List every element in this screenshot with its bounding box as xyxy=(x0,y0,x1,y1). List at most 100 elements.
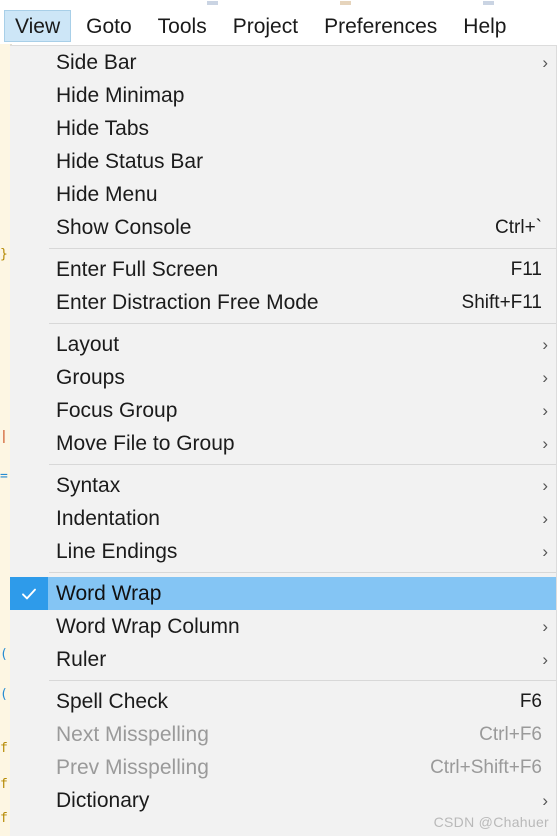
menu-item-hide-tabs[interactable]: Hide Tabs xyxy=(10,112,556,145)
menu-bar-items: View Goto Tools Project Preferences Help xyxy=(0,10,522,42)
menu-item-hide-minimap[interactable]: Hide Minimap xyxy=(10,79,556,112)
menu-item-shortcut: Ctrl+Shift+F6 xyxy=(430,757,542,778)
menu-item-hide-menu[interactable]: Hide Menu xyxy=(10,178,556,211)
menu-item-show-console[interactable]: Show Console Ctrl+` xyxy=(10,211,556,244)
menu-item-enter-full-screen[interactable]: Enter Full Screen F11 xyxy=(10,253,556,286)
tab-strip-tick xyxy=(207,1,218,5)
menu-item-label: Groups xyxy=(56,366,125,389)
tab-strip-tick xyxy=(483,1,494,5)
chevron-right-icon: › xyxy=(542,53,548,72)
menu-item-label: Word Wrap Column xyxy=(56,615,240,638)
menu-bar: View Goto Tools Project Preferences Help xyxy=(0,8,557,44)
menu-item-label: Move File to Group xyxy=(56,432,235,455)
menu-separator xyxy=(10,460,556,469)
menu-item-side-bar[interactable]: Side Bar › xyxy=(10,46,556,79)
menu-item-gutter xyxy=(10,577,48,610)
menu-item-label: Show Console xyxy=(56,216,192,239)
menu-item-move-file-to-group[interactable]: Move File to Group › xyxy=(10,427,556,460)
menu-item-label: Hide Minimap xyxy=(56,84,185,107)
menu-item-label: Hide Tabs xyxy=(56,117,150,140)
menu-item-label: Enter Distraction Free Mode xyxy=(56,291,319,314)
menu-bar-item-help[interactable]: Help xyxy=(452,10,517,42)
menu-item-spell-check[interactable]: Spell Check F6 xyxy=(10,685,556,718)
menu-item-label: Hide Status Bar xyxy=(56,150,204,173)
menu-item-gutter xyxy=(10,643,48,676)
menu-item-label: Prev Misspelling xyxy=(56,756,209,779)
menu-bar-item-goto[interactable]: Goto xyxy=(75,10,143,42)
menu-item-label: Spell Check xyxy=(56,690,169,713)
chevron-right-icon: › xyxy=(542,509,548,528)
menu-item-gutter xyxy=(10,394,48,427)
menu-item-gutter xyxy=(10,286,48,319)
menu-item-layout[interactable]: Layout › xyxy=(10,328,556,361)
menu-item-gutter xyxy=(10,361,48,394)
menu-item-label: Word Wrap xyxy=(56,582,162,605)
view-dropdown-menu[interactable]: Side Bar › Hide Minimap Hide Tabs Hide Statu… xyxy=(10,45,557,836)
chevron-right-icon: › xyxy=(542,650,548,669)
menu-item-label: Hide Menu xyxy=(56,183,158,206)
tab-strip-tick xyxy=(340,1,351,5)
menu-bar-item-project[interactable]: Project xyxy=(222,10,309,42)
menu-bar-item-preferences[interactable]: Preferences xyxy=(313,10,448,42)
menu-item-shortcut: F11 xyxy=(510,259,542,280)
menu-item-shortcut: Shift+F11 xyxy=(461,292,542,313)
menu-item-label: Line Endings xyxy=(56,540,178,563)
menu-item-label: Enter Full Screen xyxy=(56,258,219,281)
menu-item-indentation[interactable]: Indentation › xyxy=(10,502,556,535)
menu-item-gutter xyxy=(10,535,48,568)
menu-item-ruler[interactable]: Ruler › xyxy=(10,643,556,676)
menu-item-label: Indentation xyxy=(56,507,160,530)
chevron-right-icon: › xyxy=(542,542,548,561)
watermark: CSDN @Chahuer xyxy=(433,814,549,830)
menu-bar-item-view[interactable]: View xyxy=(4,10,72,42)
menu-item-gutter xyxy=(10,328,48,361)
menu-item-gutter xyxy=(10,145,48,178)
menu-item-gutter xyxy=(10,685,48,718)
menu-item-label: Syntax xyxy=(56,474,121,497)
menu-item-next-misspelling: Next Misspelling Ctrl+F6 xyxy=(10,718,556,751)
check-icon xyxy=(22,588,36,599)
menu-item-word-wrap-column[interactable]: Word Wrap Column › xyxy=(10,610,556,643)
view-menu-list: Side Bar › Hide Minimap Hide Tabs Hide Statu… xyxy=(10,46,556,817)
chevron-right-icon: › xyxy=(542,335,548,354)
menu-item-focus-group[interactable]: Focus Group › xyxy=(10,394,556,427)
menu-item-label: Next Misspelling xyxy=(56,723,209,746)
menu-item-label: Ruler xyxy=(56,648,107,671)
menu-item-dictionary[interactable]: Dictionary › xyxy=(10,784,556,817)
chevron-right-icon: › xyxy=(542,401,548,420)
menu-item-groups[interactable]: Groups › xyxy=(10,361,556,394)
menu-item-gutter xyxy=(10,751,48,784)
menu-item-hide-status-bar[interactable]: Hide Status Bar xyxy=(10,145,556,178)
menu-item-gutter xyxy=(10,211,48,244)
chevron-right-icon: › xyxy=(542,617,548,636)
chevron-right-icon: › xyxy=(542,791,548,810)
menu-item-gutter xyxy=(10,46,48,79)
menu-item-gutter xyxy=(10,784,48,817)
chevron-right-icon: › xyxy=(542,476,548,495)
menu-item-label: Layout xyxy=(56,333,120,356)
menu-item-label: Dictionary xyxy=(56,789,150,812)
menu-separator xyxy=(10,568,556,577)
chevron-right-icon: › xyxy=(542,434,548,453)
menu-item-gutter xyxy=(10,178,48,211)
menu-item-shortcut: F6 xyxy=(519,691,542,712)
menu-item-syntax[interactable]: Syntax › xyxy=(10,469,556,502)
menu-bar-item-tools[interactable]: Tools xyxy=(147,10,218,42)
menu-separator xyxy=(10,244,556,253)
menu-item-label: Side Bar xyxy=(56,51,137,74)
menu-item-gutter xyxy=(10,502,48,535)
menu-item-label: Focus Group xyxy=(56,399,178,422)
menu-item-enter-distraction-free-mode[interactable]: Enter Distraction Free Mode Shift+F11 xyxy=(10,286,556,319)
menu-item-line-endings[interactable]: Line Endings › xyxy=(10,535,556,568)
sublime-text-window: } | =((f f f View Goto Tools Project Preferences… xyxy=(0,0,557,836)
menu-item-word-wrap[interactable]: Word Wrap xyxy=(10,577,556,610)
menu-item-prev-misspelling: Prev Misspelling Ctrl+Shift+F6 xyxy=(10,751,556,784)
menu-item-gutter xyxy=(10,112,48,145)
menu-item-gutter xyxy=(10,253,48,286)
menu-separator xyxy=(10,319,556,328)
tab-strip xyxy=(0,0,557,8)
menu-item-gutter xyxy=(10,427,48,460)
menu-item-shortcut: Ctrl+F6 xyxy=(479,724,542,745)
menu-separator xyxy=(10,676,556,685)
menu-item-shortcut: Ctrl+` xyxy=(495,217,542,238)
